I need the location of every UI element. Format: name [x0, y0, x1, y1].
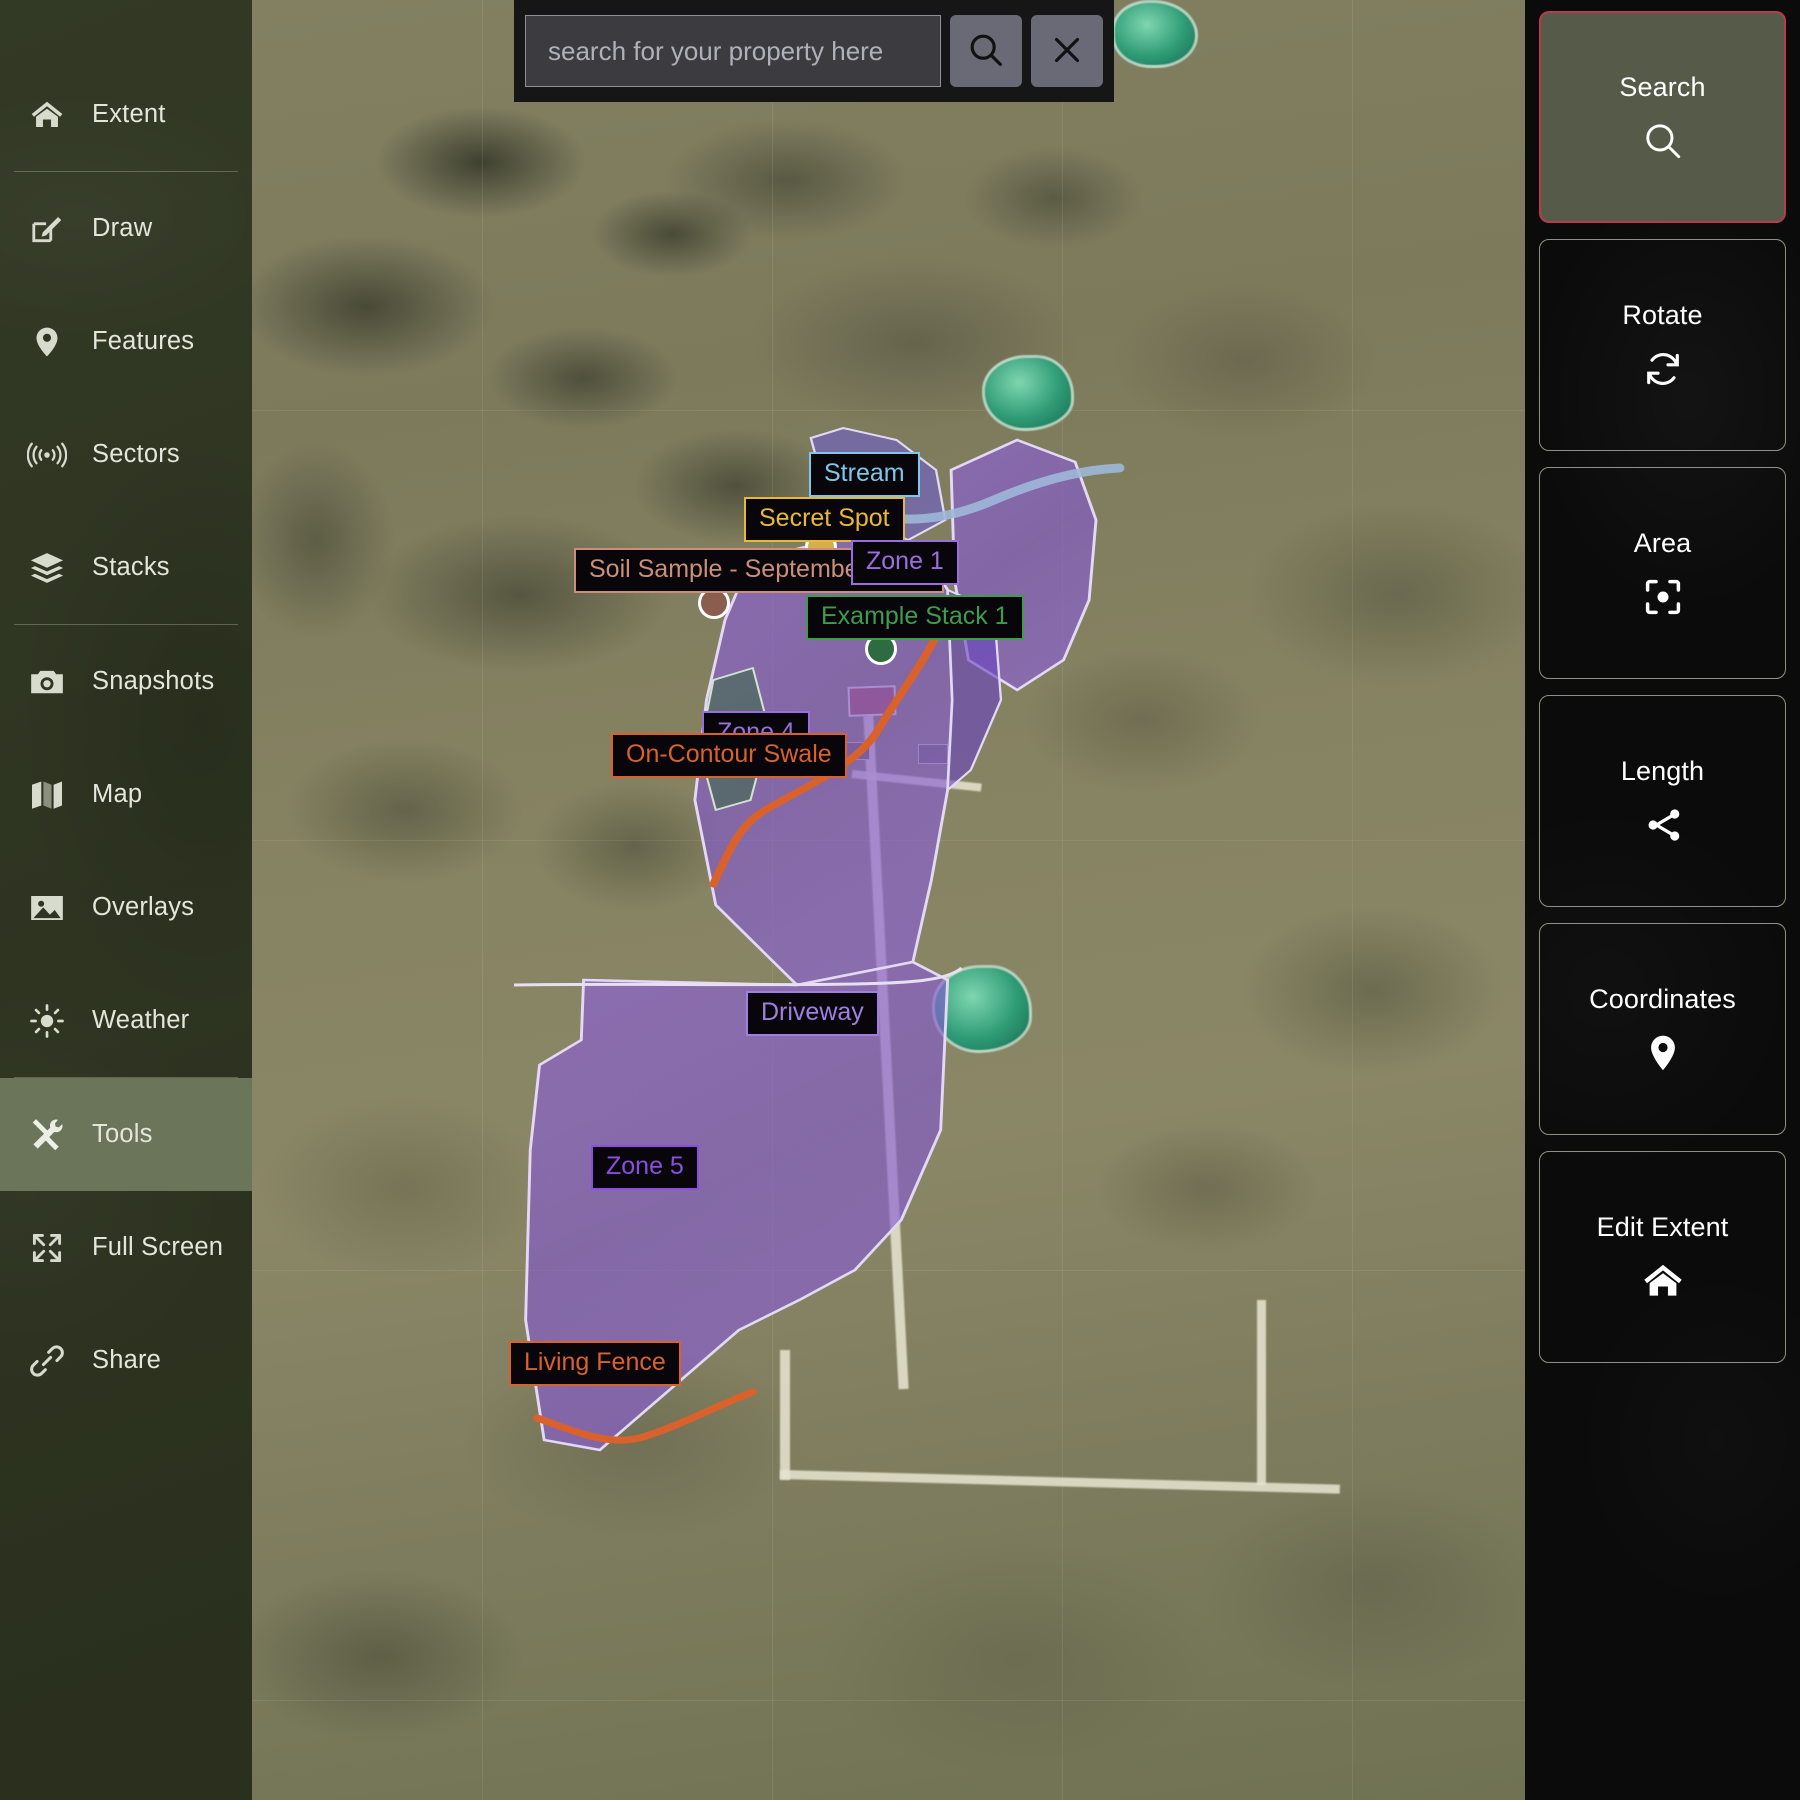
map-icon: [16, 778, 78, 812]
sidebar-item-sectors[interactable]: Sectors: [0, 398, 252, 511]
map-pin-icon: [16, 324, 78, 360]
sidebar-item-extent[interactable]: Extent: [0, 58, 252, 171]
left-sidebar: Extent Draw Features Sectors Stacks Snap…: [0, 0, 252, 1800]
sidebar-item-label: Extent: [92, 100, 166, 128]
camera-icon: [16, 666, 78, 698]
tool-button-label: Rotate: [1622, 299, 1703, 330]
sidebar-item-label: Sectors: [92, 440, 180, 468]
barn-building: [847, 685, 897, 717]
sidebar-item-label: Features: [92, 327, 195, 355]
sidebar-item-features[interactable]: Features: [0, 285, 252, 398]
search-input[interactable]: [525, 15, 941, 87]
sidebar-item-label: Share: [92, 1346, 162, 1374]
image-icon: [16, 892, 78, 924]
tool-button-label: Search: [1619, 71, 1706, 102]
sidebar-item-full-screen[interactable]: Full Screen: [0, 1191, 252, 1304]
home-icon: [1641, 1259, 1685, 1303]
sidebar-item-tools[interactable]: Tools: [0, 1078, 252, 1191]
link-icon: [16, 1343, 78, 1379]
sidebar-item-label: Tools: [92, 1120, 153, 1148]
app-root: Extent Draw Features Sectors Stacks Snap…: [0, 0, 1800, 1800]
broadcast-icon: [16, 440, 78, 470]
tool-button-label: Coordinates: [1589, 983, 1736, 1014]
home-icon: [16, 97, 78, 133]
tools-panel: Search Rotate Area Length Coordinates Ed…: [1525, 0, 1800, 1800]
sidebar-item-label: Weather: [92, 1006, 190, 1034]
map-pin-icon: [1641, 1031, 1685, 1075]
driveway-road-lower: [780, 1350, 790, 1480]
pond: [982, 355, 1074, 431]
farm-road-vertical-right: [1257, 1300, 1266, 1485]
sidebar-item-stacks[interactable]: Stacks: [0, 511, 252, 624]
search-panel: [514, 0, 1114, 102]
length-nodes-icon: [1641, 803, 1685, 847]
expand-icon: [16, 1230, 78, 1266]
outbuilding: [918, 744, 948, 764]
map-canvas[interactable]: Stream Secret Spot Soil Sample - Septemb…: [252, 0, 1525, 1800]
sidebar-item-label: Full Screen: [92, 1233, 224, 1261]
tool-button-coordinates[interactable]: Coordinates: [1539, 923, 1786, 1135]
sidebar-item-share[interactable]: Share: [0, 1304, 252, 1417]
tool-button-label: Area: [1633, 527, 1692, 558]
map-label-driveway[interactable]: Driveway: [746, 991, 879, 1036]
map-label-secret-spot[interactable]: Secret Spot: [744, 497, 905, 542]
pond: [1112, 0, 1198, 68]
outbuilding: [844, 742, 870, 760]
tool-button-rotate[interactable]: Rotate: [1539, 239, 1786, 451]
sidebar-item-label: Stacks: [92, 553, 170, 581]
sidebar-item-label: Draw: [92, 214, 153, 242]
area-target-icon: [1641, 575, 1685, 619]
map-label-zone-1[interactable]: Zone 1: [851, 540, 959, 585]
pond: [932, 965, 1032, 1053]
tool-button-edit-extent[interactable]: Edit Extent: [1539, 1151, 1786, 1363]
tool-button-label: Edit Extent: [1596, 1211, 1729, 1242]
rotate-icon: [1641, 347, 1685, 391]
pencil-edit-icon: [16, 211, 78, 247]
search-icon: [966, 30, 1006, 73]
satellite-imagery: [252, 0, 1525, 1800]
map-label-on-contour-swale[interactable]: On-Contour Swale: [611, 733, 847, 778]
search-icon: [1641, 119, 1685, 163]
sidebar-item-snapshots[interactable]: Snapshots: [0, 625, 252, 738]
sidebar-item-label: Snapshots: [92, 667, 215, 695]
map-label-zone-5[interactable]: Zone 5: [591, 1145, 699, 1190]
sidebar-item-draw[interactable]: Draw: [0, 172, 252, 285]
tool-button-length[interactable]: Length: [1539, 695, 1786, 907]
sidebar-item-overlays[interactable]: Overlays: [0, 851, 252, 964]
tool-button-search[interactable]: Search: [1539, 11, 1786, 223]
search-submit-button[interactable]: [950, 15, 1022, 87]
sun-icon: [16, 1002, 78, 1040]
sidebar-item-map[interactable]: Map: [0, 738, 252, 851]
map-label-living-fence[interactable]: Living Fence: [509, 1341, 681, 1386]
tool-button-area[interactable]: Area: [1539, 467, 1786, 679]
sidebar-item-label: Map: [92, 780, 143, 808]
sidebar-item-weather[interactable]: Weather: [0, 964, 252, 1077]
tools-icon: [16, 1116, 78, 1154]
tool-button-label: Length: [1620, 755, 1705, 786]
layers-icon: [16, 551, 78, 585]
search-clear-button[interactable]: [1031, 15, 1103, 87]
close-icon: [1048, 31, 1086, 72]
map-label-example-stack-1[interactable]: Example Stack 1: [806, 595, 1024, 640]
sidebar-item-label: Overlays: [92, 893, 195, 921]
map-label-stream[interactable]: Stream: [809, 452, 920, 497]
